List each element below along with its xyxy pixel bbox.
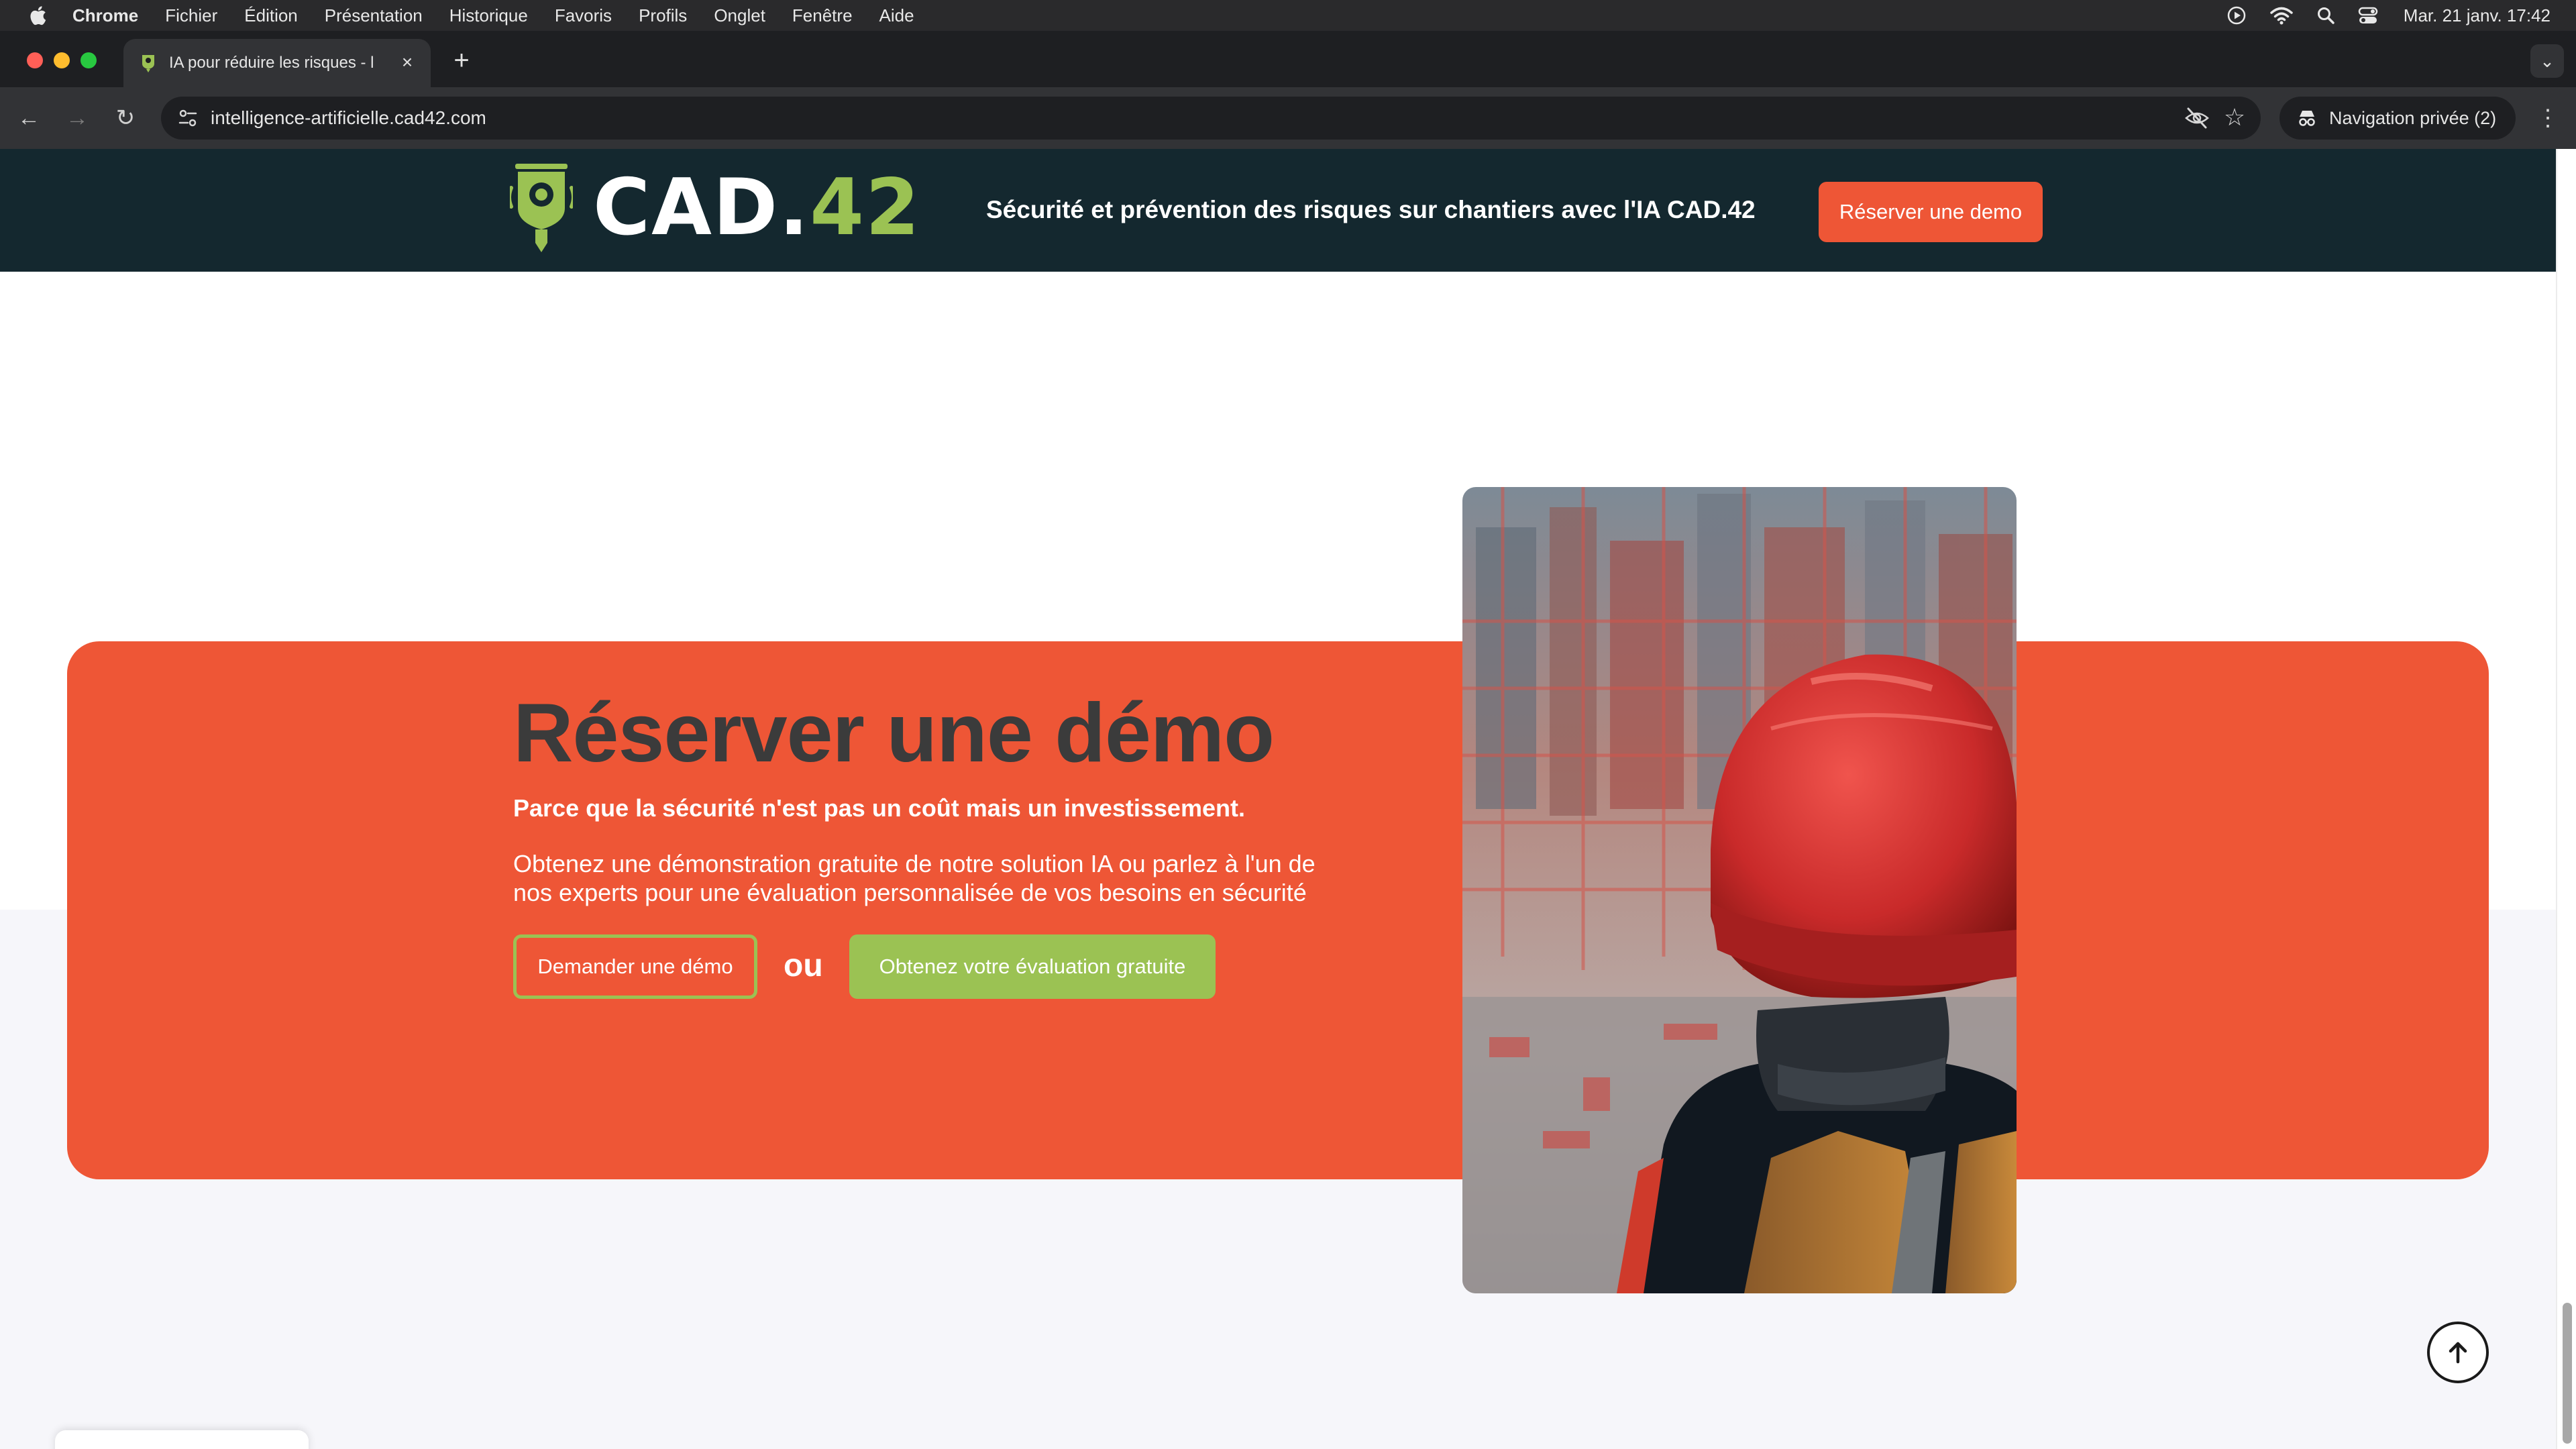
spotlight-search-icon[interactable] — [2316, 6, 2335, 25]
request-demo-button[interactable]: Demander une démo — [513, 934, 757, 999]
logo-wordmark: CAD.42 — [593, 169, 921, 247]
back-arrow-icon[interactable]: ← — [13, 103, 44, 133]
arrow-up-icon — [2449, 1342, 2467, 1364]
url-text[interactable]: intelligence-artificielle.cad42.com — [211, 107, 486, 129]
window-zoom-button[interactable] — [80, 52, 97, 68]
menu-fichier[interactable]: Fichier — [165, 5, 217, 26]
menu-aide[interactable]: Aide — [879, 5, 914, 26]
header-reserve-demo-button[interactable]: Réserver une demo — [1819, 182, 2043, 242]
demo-card — [67, 641, 2489, 1179]
tab-title: IA pour réduire les risques - l — [169, 54, 374, 72]
browser-tab-active[interactable]: IA pour réduire les risques - l × — [123, 39, 431, 87]
logo-cad-text: CAD. — [593, 162, 810, 253]
header-tagline: Sécurité et prévention des risques sur c… — [986, 196, 1756, 223]
bookmark-star-icon[interactable]: ☆ — [2222, 105, 2247, 130]
menu-app-chrome[interactable]: Chrome — [72, 5, 138, 26]
wifi-icon[interactable] — [2269, 6, 2294, 25]
cad42-logo-mark-icon — [510, 164, 573, 252]
window-close-button[interactable] — [27, 52, 43, 68]
menu-presentation[interactable]: Présentation — [325, 5, 423, 26]
address-bar[interactable]: intelligence-artificielle.cad42.com ☆ — [161, 97, 2261, 140]
scrollbar-thumb[interactable] — [2563, 1303, 2572, 1444]
new-tab-plus-icon[interactable]: + — [448, 47, 475, 74]
eye-slash-icon[interactable] — [2184, 106, 2210, 130]
cad42-logo[interactable]: CAD.42 — [510, 162, 921, 254]
or-separator: ou — [784, 948, 823, 983]
control-center-icon[interactable] — [2358, 6, 2381, 25]
page-viewport[interactable]: CAD.42 Sécurité et prévention des risque… — [0, 149, 2556, 1449]
menu-profils[interactable]: Profils — [639, 5, 687, 26]
demo-title: Réserver une démo — [513, 687, 1275, 780]
menu-edition[interactable]: Édition — [244, 5, 298, 26]
apple-icon[interactable] — [27, 4, 47, 27]
site-header: CAD.42 Sécurité et prévention des risque… — [0, 149, 2556, 272]
menu-onglet[interactable]: Onglet — [714, 5, 765, 26]
incognito-label: Navigation privée (2) — [2329, 107, 2497, 128]
tab-close-icon[interactable]: × — [398, 53, 416, 72]
play-icon[interactable] — [2226, 5, 2247, 25]
window-minimize-button[interactable] — [54, 52, 70, 68]
logo-42-text: 42 — [810, 162, 921, 253]
demo-description: Obtenez une démonstration gratuite de no… — [513, 850, 1316, 906]
demo-subtitle: Parce que la sécurité n'est pas un coût … — [513, 794, 1245, 822]
floating-widget-tab[interactable] — [55, 1430, 309, 1449]
tab-search-chevron-icon[interactable]: ⌄ — [2530, 44, 2564, 78]
cad42-favicon-icon — [142, 55, 154, 72]
browser-menu-kebab-icon[interactable]: ⋮ — [2534, 102, 2561, 134]
macos-menu-bar: Chrome Fichier Édition Présentation Hist… — [0, 0, 2576, 31]
menu-favoris[interactable]: Favoris — [555, 5, 612, 26]
forward-arrow-icon[interactable]: → — [62, 103, 93, 133]
reload-icon[interactable]: ↻ — [110, 103, 141, 133]
menubar-datetime[interactable]: Mar. 21 janv. 17:42 — [2404, 5, 2551, 26]
incognito-profile-button[interactable]: Navigation privée (2) — [2279, 97, 2516, 140]
menu-fenetre[interactable]: Fenêtre — [792, 5, 853, 26]
scroll-to-top-button[interactable] — [2427, 1322, 2489, 1383]
page-scrollbar[interactable] — [2556, 149, 2576, 1449]
construction-worker-photo — [1462, 487, 2017, 1293]
incognito-icon — [2299, 111, 2315, 126]
site-settings-icon[interactable] — [176, 106, 200, 130]
menu-historique[interactable]: Historique — [449, 5, 528, 26]
free-evaluation-button[interactable]: Obtenez votre évaluation gratuite — [849, 934, 1216, 999]
